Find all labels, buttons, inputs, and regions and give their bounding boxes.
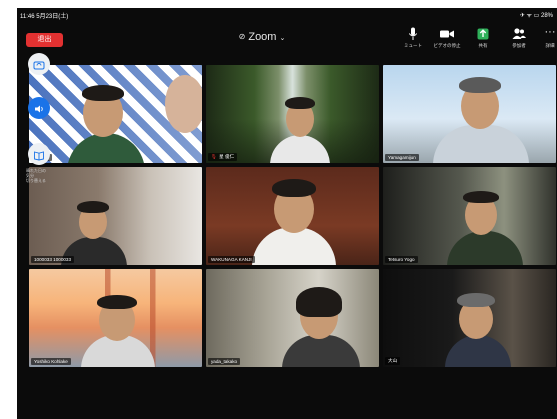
video-icon bbox=[430, 27, 464, 41]
audio-button[interactable] bbox=[28, 97, 50, 119]
participant-name-tag: 🎙 星 俊仁 bbox=[208, 153, 238, 161]
share-label: 共有 bbox=[478, 43, 488, 48]
switch-camera-button[interactable] bbox=[28, 53, 50, 75]
stop-video-label: ビデオの停止 bbox=[433, 43, 461, 48]
participant-figure bbox=[439, 183, 529, 265]
participant-name: 1000033 1000033 bbox=[34, 257, 72, 262]
participant-figure bbox=[246, 171, 342, 265]
meeting-toolbar: 退出 ⊘ Zoom ⌄ ミュート ビデオの停止 共有 参加者 ··· 詳細 bbox=[17, 21, 557, 55]
more-icon: ··· bbox=[544, 26, 556, 38]
stop-video-button[interactable]: ビデオの停止 bbox=[430, 27, 464, 49]
participant-name-tag: yada_takako bbox=[208, 358, 241, 365]
mute-label: ミュート bbox=[404, 43, 422, 48]
speaker-icon bbox=[33, 102, 45, 120]
more-button[interactable]: ··· 詳細 bbox=[533, 27, 557, 49]
participant-name: Yamagamijun bbox=[388, 155, 416, 160]
status-bar: 11:46 5月23日(土) ✈ ᯤ ▭ 28% bbox=[17, 8, 557, 21]
participant-name-tag: Tetsuro Yogo bbox=[385, 256, 418, 263]
participants-icon bbox=[502, 27, 536, 41]
participant-name-tag: 1000033 1000033 bbox=[31, 256, 75, 263]
participant-figure bbox=[423, 71, 533, 163]
participant-name: Yoshiko Kohlake bbox=[34, 359, 68, 364]
more-label: 詳細 bbox=[545, 43, 555, 48]
participant-tile[interactable]: 大山 bbox=[383, 269, 556, 367]
participant-tile[interactable]: yada_takako bbox=[206, 269, 379, 367]
status-indicators: ✈ ᯤ ▭ 28% bbox=[519, 13, 553, 19]
leave-button[interactable]: 退出 bbox=[26, 33, 63, 47]
participant-name-tag: Yamagamijun bbox=[385, 154, 419, 161]
participant-name: 大山 bbox=[388, 358, 398, 363]
participant-tile[interactable]: ...ASHI bbox=[29, 65, 202, 163]
participants-label: 参加者 bbox=[512, 43, 526, 48]
meeting-title-text: Zoom bbox=[248, 31, 277, 43]
participant-tile[interactable]: Yoshiko Kohlake bbox=[29, 269, 202, 367]
driving-mode-button[interactable] bbox=[28, 143, 50, 165]
share-button[interactable]: 共有 bbox=[466, 27, 500, 49]
share-icon bbox=[466, 27, 500, 41]
participant-tile[interactable]: Yamagamijun bbox=[383, 65, 556, 163]
participant-figure bbox=[75, 283, 161, 367]
participant-tile[interactable]: WAKUNAGA KANJI bbox=[206, 167, 379, 265]
participant-name: Tetsuro Yogo bbox=[388, 257, 415, 262]
muted-mic-icon: 🎙 bbox=[211, 154, 217, 159]
participant-name-tag: WAKUNAGA KANJI bbox=[208, 256, 255, 263]
mute-button[interactable]: ミュート bbox=[396, 27, 430, 49]
participant-figure bbox=[57, 197, 129, 265]
shield-icon: ⊘ bbox=[238, 32, 246, 41]
participant-tile[interactable]: 🎙 星 俊仁 bbox=[206, 65, 379, 163]
participant-figure bbox=[443, 285, 513, 367]
zoom-window: 11:46 5月23日(土) ✈ ᯤ ▭ 28% 退出 ⊘ Zoom ⌄ ミュー… bbox=[17, 8, 557, 419]
camera-switch-icon bbox=[33, 58, 45, 76]
chevron-down-icon: ⌄ bbox=[279, 35, 286, 42]
participant-name: yada_takako bbox=[211, 359, 238, 364]
participant-name-tag: 大山 bbox=[385, 357, 401, 365]
book-icon bbox=[33, 148, 45, 166]
participant-figure bbox=[270, 91, 330, 163]
participant-tile[interactable]: Tetsuro Yogo bbox=[383, 167, 556, 265]
status-time: 11:46 5月23日(土) bbox=[20, 14, 69, 20]
participant-name-tag: Yoshiko Kohlake bbox=[31, 358, 71, 365]
participants-button[interactable]: 参加者 bbox=[502, 27, 536, 49]
mic-icon bbox=[396, 27, 430, 41]
participant-figure bbox=[59, 75, 149, 163]
participant-name: WAKUNAGA KANJI bbox=[211, 257, 252, 262]
participant-figure bbox=[276, 279, 366, 367]
participant-name: 星 俊仁 bbox=[219, 154, 235, 159]
meeting-title[interactable]: ⊘ Zoom ⌄ bbox=[207, 31, 317, 43]
side-caption: 晴れた日の 気分 切り替える bbox=[26, 168, 46, 183]
